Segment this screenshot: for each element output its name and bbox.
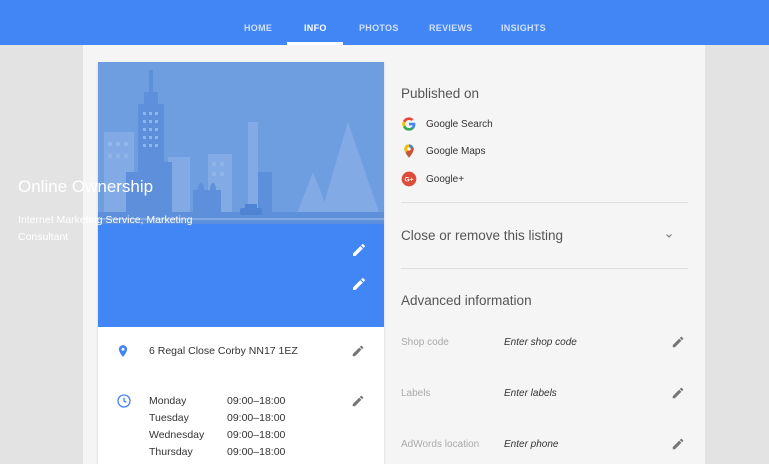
clock-icon <box>116 393 132 414</box>
business-name: Online Ownership <box>18 177 154 196</box>
hours-row: Monday 09:00–18:00 <box>149 395 286 407</box>
business-address: 6 Regal Close Corby NN17 1EZ <box>149 345 298 357</box>
published-google-search[interactable]: Google Search <box>401 115 493 133</box>
edit-shop-code-pencil-icon[interactable] <box>671 335 687 351</box>
section-divider <box>401 268 688 269</box>
edit-address-pencil-icon[interactable] <box>351 344 367 360</box>
tab-reviews[interactable]: REVIEWS <box>429 0 473 45</box>
location-pin-icon <box>116 343 130 364</box>
published-google-maps[interactable]: Google Maps <box>401 142 485 160</box>
edit-name-pencil-icon[interactable] <box>351 242 367 258</box>
advanced-info-title: Advanced information <box>401 293 532 308</box>
shop-code-label: Shop code <box>401 337 449 348</box>
adwords-location-value[interactable]: Enter phone <box>504 439 559 450</box>
business-category: Internet Marketing Service, Marketing Co… <box>18 214 193 243</box>
svg-text:G+: G+ <box>404 177 413 184</box>
edit-category-pencil-icon[interactable] <box>351 276 367 292</box>
published-on-title: Published on <box>401 86 480 101</box>
close-listing-title[interactable]: Close or remove this listing <box>401 228 563 243</box>
labels-value[interactable]: Enter labels <box>504 388 557 399</box>
google-maps-icon <box>401 143 417 159</box>
tab-insights[interactable]: INSIGHTS <box>501 0 546 45</box>
labels-label: Labels <box>401 388 431 399</box>
tab-photos[interactable]: PHOTOS <box>359 0 399 45</box>
edit-hours-pencil-icon[interactable] <box>351 394 367 410</box>
adwords-location-label: AdWords location <box>401 439 480 450</box>
hours-row: Thursday 09:00–18:00 <box>149 446 286 458</box>
city-skyline-illustration <box>98 62 384 224</box>
google-plus-icon: G+ <box>401 171 417 187</box>
shop-code-value[interactable]: Enter shop code <box>504 337 577 348</box>
hours-row: Tuesday 09:00–18:00 <box>149 412 286 424</box>
google-g-icon <box>401 116 417 132</box>
business-hours: Monday 09:00–18:00 Tuesday 09:00–18:00 Wed… <box>149 395 285 463</box>
tab-info[interactable]: INFO <box>304 0 327 45</box>
cover-illustration <box>98 62 384 224</box>
chevron-down-icon[interactable] <box>662 229 676 241</box>
published-google-plus[interactable]: G+ Google+ <box>401 170 464 188</box>
edit-labels-pencil-icon[interactable] <box>671 386 687 402</box>
tab-home[interactable]: HOME <box>244 0 272 45</box>
edit-adwords-location-pencil-icon[interactable] <box>671 437 687 453</box>
hours-row: Wednesday 09:00–18:00 <box>149 429 286 441</box>
section-divider <box>401 202 688 203</box>
